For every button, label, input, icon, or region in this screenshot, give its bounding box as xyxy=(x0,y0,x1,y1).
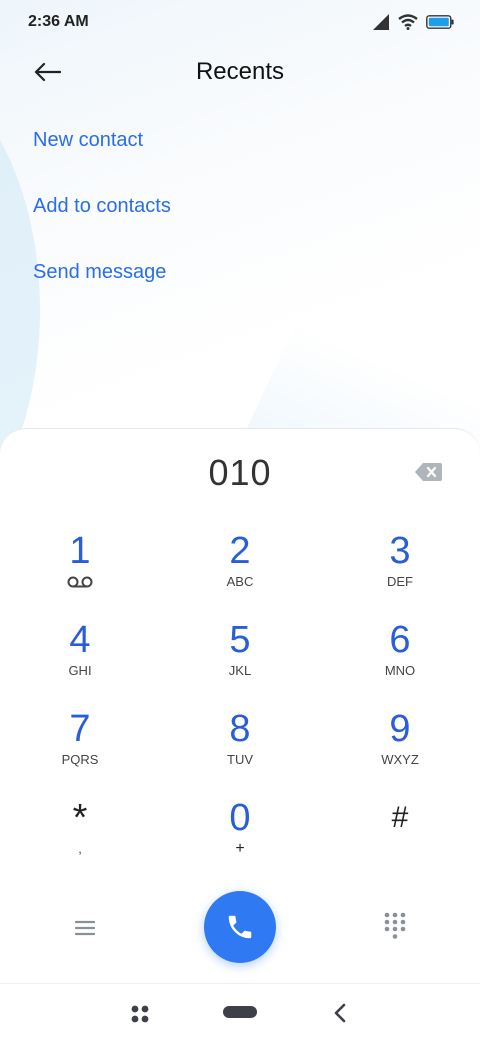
add-to-contacts-link[interactable]: Add to contacts xyxy=(33,182,171,230)
dialed-number[interactable]: 010 xyxy=(208,452,271,493)
back-nav-icon[interactable] xyxy=(330,1002,350,1024)
key-digit: 0 xyxy=(229,797,251,839)
key-6[interactable]: 6 MNO xyxy=(345,618,455,698)
key-digit: 6 xyxy=(389,619,411,661)
key-7[interactable]: 7 PQRS xyxy=(25,707,135,787)
dialpad-actions xyxy=(0,891,480,963)
key-hash[interactable]: # xyxy=(345,796,455,876)
action-list: New contact Add to contacts Send message xyxy=(33,116,171,314)
send-message-link[interactable]: Send message xyxy=(33,248,171,296)
backspace-icon[interactable] xyxy=(414,461,442,483)
key-letters: TUV xyxy=(227,752,253,767)
wifi-icon xyxy=(398,14,418,30)
navigation-bar xyxy=(0,983,480,1040)
key-letters: MNO xyxy=(384,663,416,678)
key-letters: GHI xyxy=(68,663,92,678)
key-8[interactable]: 8 TUV xyxy=(185,707,295,787)
dialpad-icon xyxy=(384,912,406,939)
status-time: 2:36 AM xyxy=(28,13,89,30)
key-star[interactable]: * , xyxy=(25,796,135,876)
key-digit: 4 xyxy=(69,619,91,661)
signal-icon xyxy=(373,14,389,30)
key-0[interactable]: 0 + xyxy=(185,796,295,876)
key-digit: * xyxy=(72,797,88,839)
key-letters: WXYZ xyxy=(381,752,419,767)
key-4[interactable]: 4 GHI xyxy=(25,618,135,698)
key-digit: 3 xyxy=(389,530,411,572)
phone-icon xyxy=(228,915,252,939)
key-letters xyxy=(345,841,455,857)
key-letters: PQRS xyxy=(61,752,99,767)
key-digit: 5 xyxy=(229,619,251,661)
call-button[interactable] xyxy=(204,891,276,963)
menu-button[interactable] xyxy=(70,913,100,943)
dialpad: 010 1 2 ABC 3 DEF 4 GHI 5 JKL 6 MNO 7 PQ… xyxy=(0,428,480,983)
key-2[interactable]: 2 ABC xyxy=(185,529,295,609)
header: Recents xyxy=(0,48,480,96)
key-9[interactable]: 9 WXYZ xyxy=(345,707,455,787)
status-icons xyxy=(372,14,454,30)
key-digit: 9 xyxy=(389,708,411,750)
key-digit: 1 xyxy=(69,530,91,572)
key-digit: 7 xyxy=(69,708,91,750)
key-letters: JKL xyxy=(228,663,252,678)
key-letters: ABC xyxy=(226,574,254,589)
menu-icon xyxy=(74,920,96,936)
status-bar: 2:36 AM xyxy=(0,0,480,44)
key-letters: + xyxy=(235,840,245,857)
new-contact-link[interactable]: New contact xyxy=(33,116,171,164)
key-5[interactable]: 5 JKL xyxy=(185,618,295,698)
key-digit: 2 xyxy=(229,530,251,572)
number-display: 010 xyxy=(0,447,480,499)
battery-icon xyxy=(426,15,454,29)
key-digit: # xyxy=(391,801,409,834)
key-digit: 8 xyxy=(229,708,251,750)
key-letters: DEF xyxy=(387,574,413,589)
recents-nav-icon[interactable] xyxy=(130,1004,150,1024)
key-3[interactable]: 3 DEF xyxy=(345,529,455,609)
page-title: Recents xyxy=(195,58,285,85)
back-button[interactable] xyxy=(30,56,64,88)
home-nav-icon[interactable] xyxy=(223,1006,257,1018)
dialpad-toggle-button[interactable] xyxy=(382,911,408,941)
arrow-left-icon xyxy=(34,62,61,82)
voicemail-icon xyxy=(67,576,93,588)
key-1[interactable]: 1 xyxy=(25,529,135,609)
key-letters: , xyxy=(78,841,82,856)
